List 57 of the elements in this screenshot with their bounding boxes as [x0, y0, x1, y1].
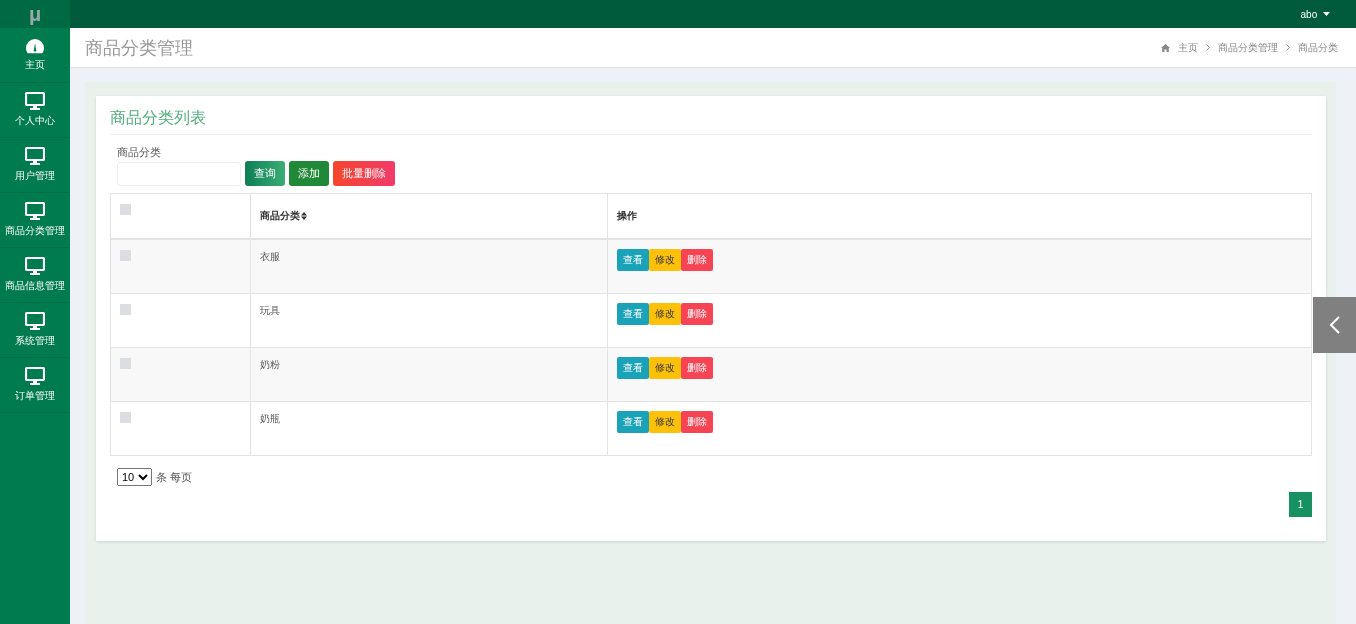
- chevron-right-icon: [1206, 44, 1210, 51]
- user-menu[interactable]: abo: [1300, 8, 1330, 20]
- table-cell: 奶瓶: [260, 413, 280, 424]
- search-button[interactable]: 查询: [245, 161, 285, 186]
- sidebar-item[interactable]: 商品信息管理: [0, 248, 70, 303]
- home-icon: [1161, 43, 1170, 52]
- monitor-icon: [25, 92, 45, 110]
- table-cell: 玩具: [260, 305, 280, 316]
- chevron-left-icon: [1328, 315, 1341, 335]
- logo: μ: [0, 0, 70, 28]
- monitor-icon: [25, 147, 45, 165]
- monitor-icon: [25, 257, 45, 275]
- row-checkbox[interactable]: [120, 358, 131, 369]
- edit-button[interactable]: 修改: [649, 357, 681, 379]
- dashboard-icon: [25, 38, 45, 54]
- table-cell: 奶粉: [260, 359, 280, 370]
- page-size-select[interactable]: 10: [117, 468, 152, 486]
- select-all-checkbox[interactable]: [120, 204, 131, 215]
- collapse-panel-button[interactable]: [1313, 297, 1356, 353]
- edit-button[interactable]: 修改: [649, 249, 681, 271]
- breadcrumb-link[interactable]: 商品分类管理: [1218, 40, 1278, 55]
- row-checkbox[interactable]: [120, 304, 131, 315]
- page-size-label: 条 每页: [156, 469, 193, 485]
- delete-button[interactable]: 删除: [681, 303, 713, 325]
- view-button[interactable]: 查看: [617, 303, 649, 325]
- page-button[interactable]: 1: [1289, 492, 1312, 517]
- delete-button[interactable]: 删除: [681, 411, 713, 433]
- edit-button[interactable]: 修改: [649, 411, 681, 433]
- sidebar-item[interactable]: 订单管理: [0, 358, 70, 413]
- row-checkbox[interactable]: [120, 250, 131, 261]
- delete-button[interactable]: 批量删除: [333, 161, 395, 186]
- monitor-icon: [25, 202, 45, 220]
- edit-button[interactable]: 修改: [649, 303, 681, 325]
- view-button[interactable]: 查看: [617, 357, 649, 379]
- sidebar-item[interactable]: 商品分类管理: [0, 193, 70, 248]
- column-header[interactable]: 商品分类: [260, 210, 300, 221]
- table-cell: 衣服: [260, 251, 280, 262]
- page-title: 商品分类管理: [85, 36, 193, 60]
- chevron-right-icon: [1286, 44, 1290, 51]
- sidebar-item[interactable]: 个人中心: [0, 83, 70, 138]
- breadcrumb-link[interactable]: 商品分类: [1298, 40, 1338, 55]
- view-button[interactable]: 查看: [617, 411, 649, 433]
- delete-button[interactable]: 删除: [681, 357, 713, 379]
- add-button[interactable]: 添加: [289, 161, 329, 186]
- sidebar-item[interactable]: 系统管理: [0, 303, 70, 358]
- sidebar-item[interactable]: 用户管理: [0, 138, 70, 193]
- row-checkbox[interactable]: [120, 412, 131, 423]
- caret-icon: [1323, 11, 1330, 16]
- monitor-icon: [25, 312, 45, 330]
- breadcrumb-link[interactable]: 主页: [1178, 40, 1198, 55]
- sort-icon[interactable]: [301, 212, 307, 220]
- field-label: 商品分类: [117, 145, 161, 160]
- monitor-icon: [25, 367, 45, 385]
- card-title: 商品分类列表: [110, 108, 1312, 135]
- delete-button[interactable]: 删除: [681, 249, 713, 271]
- view-button[interactable]: 查看: [617, 249, 649, 271]
- column-header: 操作: [617, 210, 637, 221]
